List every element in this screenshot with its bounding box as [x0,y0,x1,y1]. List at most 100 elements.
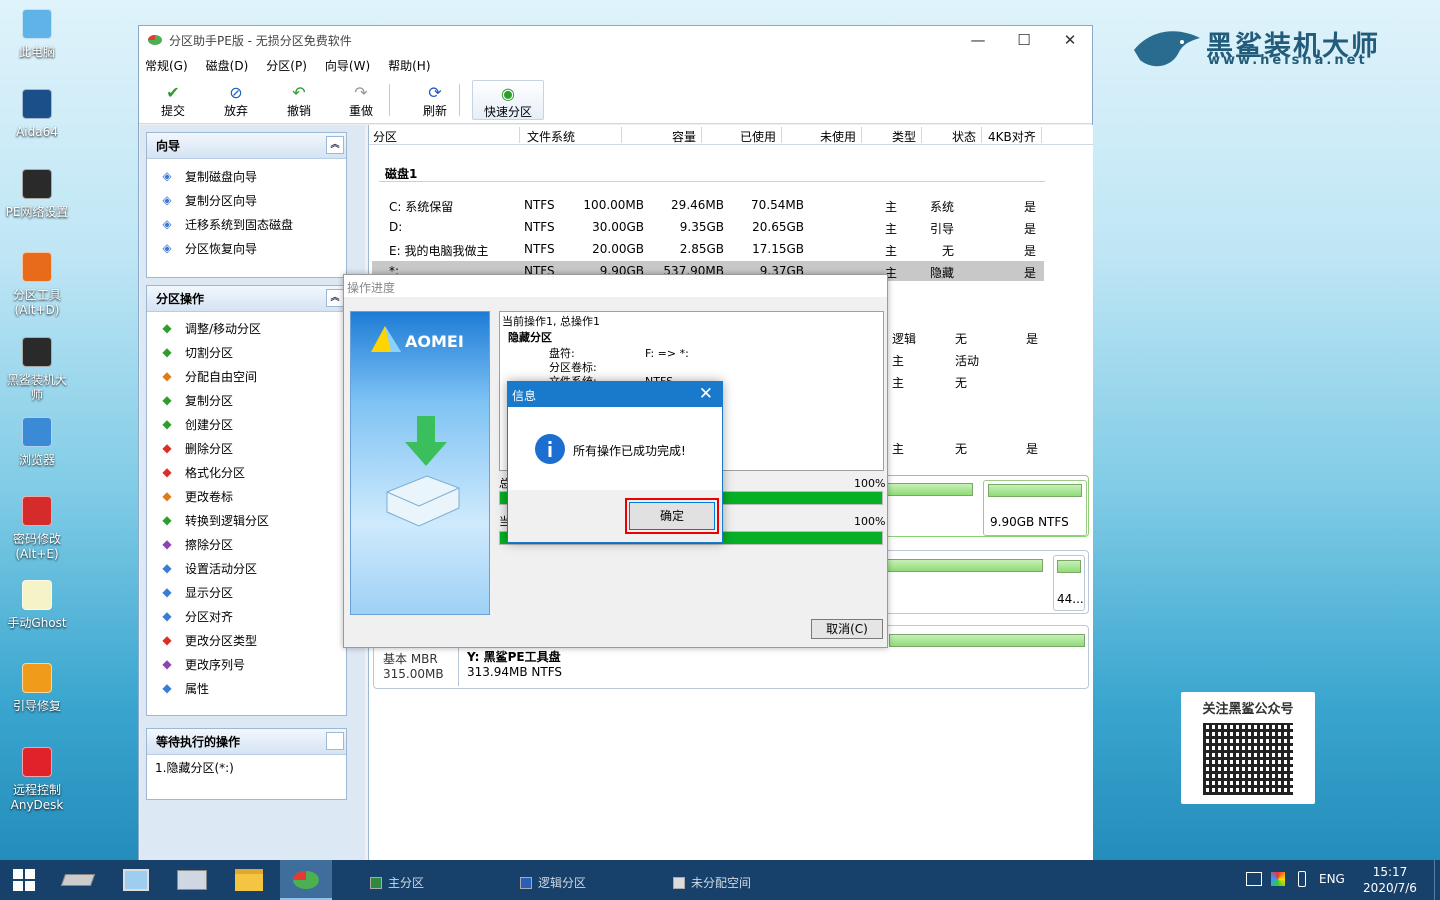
table-cell: 是 [1023,222,1036,236]
desktop-icon-anydesk[interactable]: 远程控制 AnyDesk [4,744,70,813]
operation-item[interactable]: ◆ 调整/移动分区 [147,316,346,340]
operation-icon: ◆ [162,321,172,335]
cancel-button[interactable]: 取消(C) [811,619,883,639]
table-row[interactable]: C: 系统保留 NTFS 100.00MB 29.46MB 70.54MB 主 系统 是 [372,195,1044,215]
ok-button[interactable]: 确定 [625,498,719,534]
start-button[interactable] [0,860,48,900]
toolbar-button-4[interactable]: ⟳ 刷新 [407,80,463,120]
table-cell: 引导 [929,222,954,236]
menu-item[interactable]: 分区(P) [266,57,307,74]
desktop-icon-boot-repair[interactable]: 引导修复 [4,660,70,714]
column-header[interactable]: 状态 [952,128,976,145]
operation-icon: ◆ [162,393,172,407]
menu-item[interactable]: 磁盘(D) [206,57,249,74]
table-cell: 无 [941,244,954,258]
column-header[interactable]: 分区 [373,128,397,145]
close-icon[interactable]: ✕ [699,384,713,404]
operation-item[interactable]: ◆ 复制分区 [147,388,346,412]
wizard-panel-header[interactable]: 向导 ︽ [147,133,346,159]
column-header[interactable]: 已使用 [740,128,776,145]
pending-item[interactable]: 1.隐藏分区(*:) [147,755,346,779]
operation-item[interactable]: ◆ 删除分区 [147,436,346,460]
clock[interactable]: 15:17 2020/7/6 [1360,864,1420,896]
maximize-button[interactable]: ☐ [1001,26,1047,54]
disk1-map-card[interactable]: 9.90GB NTFS [874,475,1089,537]
desktop-icon-this-pc[interactable]: 此电脑 [4,6,70,60]
wizard-item[interactable]: ◈ 迁移系统到固态磁盘 [147,212,346,236]
collapse-icon[interactable] [326,732,344,750]
toolbar-button-0[interactable]: ✔ 提交 [145,80,201,120]
menu-item[interactable]: 帮助(H) [388,57,430,74]
y-partition-block[interactable]: Y: 黑鲨PE工具盘 313.94MB NTFS [458,646,1088,686]
color-tray-icon[interactable] [1271,872,1285,886]
desktop-icon-manual-ghost[interactable]: 手动Ghost [4,577,70,631]
operations-panel-header[interactable]: 分区操作 ︽ [147,286,346,312]
operation-item-label: 复制分区 [185,393,234,408]
info-dialog: 信息 ✕ 所有操作已成功完成! 确定 [507,381,723,543]
operation-item[interactable]: ◆ 更改分区类型 [147,628,346,652]
operation-item[interactable]: ◆ 分配自由空间 [147,364,346,388]
column-header[interactable]: 类型 [892,128,916,145]
desktop-icon-pe-network[interactable]: PE网络设置 [4,166,70,220]
minimize-button[interactable]: — [955,26,1001,54]
disk2-map-card[interactable]: 44... [874,550,1089,614]
desktop-icon-heisha-installer[interactable]: 黑鲨装机大 师 [4,334,70,403]
language-indicator[interactable]: ENG [1319,872,1345,886]
drive-taskbar-icon[interactable] [54,860,102,900]
wizard-panel-title: 向导 [156,139,181,153]
table-row[interactable]: D: NTFS 30.00GB 9.35GB 20.65GB 主 引导 是 [372,217,1044,237]
partition-assistant-taskbar-icon[interactable] [280,860,332,900]
operation-item[interactable]: ◆ 更改卷标 [147,484,346,508]
table-cell: 是 [1026,332,1039,346]
operation-item-label: 设置活动分区 [185,561,258,576]
collapse-icon[interactable]: ︽ [326,136,344,154]
operation-item[interactable]: ◆ 更改序列号 [147,652,346,676]
operation-item[interactable]: ◆ 擦除分区 [147,532,346,556]
operation-item[interactable]: ◆ 分区对齐 [147,604,346,628]
small-partition-block[interactable]: 44... [1053,555,1085,611]
operation-item[interactable]: ◆ 转换到逻辑分区 [147,508,346,532]
table-cell: 隐藏 [929,266,954,280]
shark-logo-icon [1134,31,1200,67]
column-header[interactable]: 文件系统 [527,128,575,145]
quick-partition-icon: ◉ [501,84,515,103]
explorer-taskbar-icon[interactable] [225,860,273,900]
operation-item[interactable]: ◆ 设置活动分区 [147,556,346,580]
table-row[interactable]: E: 我的电脑我做主 NTFS 20.00GB 2.85GB 17.15GB 主 无 是 [372,239,1044,259]
keyboard-taskbar-icon[interactable] [168,860,216,900]
desktop-icon-browser[interactable]: 浏览器 [4,414,70,468]
toolbar-button-3[interactable]: ↷ 重做 [333,80,389,120]
toolbar-button-2[interactable]: ↶ 撤销 [271,80,327,120]
partition-tool-icon [19,249,55,285]
wizard-item[interactable]: ◈ 复制分区向导 [147,188,346,212]
operation-item[interactable]: ◆ 格式化分区 [147,460,346,484]
clock-time: 15:17 [1372,865,1408,879]
operation-item[interactable]: ◆ 创建分区 [147,412,346,436]
close-button[interactable]: ✕ [1047,26,1093,54]
menu-item[interactable]: 向导(W) [325,57,370,74]
column-header[interactable]: 未使用 [820,128,856,145]
column-header[interactable]: 4KB对齐 [988,128,1036,145]
redo-icon: ↷ [354,83,368,102]
pending-panel-header[interactable]: 等待执行的操作 [147,729,346,755]
desktop-icon-password-change[interactable]: 密码修改 (Alt+E) [4,493,70,562]
network-icon[interactable] [1246,872,1262,886]
pc-taskbar-icon[interactable] [112,860,160,900]
wizard-item[interactable]: ◈ 分区恢复向导 [147,236,346,260]
toolbar-button-1[interactable]: ⊘ 放弃 [208,80,264,120]
desktop-icon-aida64[interactable]: Aida64 [4,86,70,140]
toolbar-button-5[interactable]: ◉ 快速分区 [472,80,544,120]
hidden-partition-block[interactable]: 9.90GB NTFS [983,480,1087,536]
wizard-item[interactable]: ◈ 复制磁盘向导 [147,164,346,188]
operation-item-label: 创建分区 [185,417,234,432]
collapse-icon[interactable]: ︽ [326,289,344,307]
menu-item[interactable]: 常规(G) [145,57,188,74]
operation-item[interactable]: ◆ 显示分区 [147,580,346,604]
show-desktop-button[interactable] [1434,860,1440,900]
column-header[interactable]: 容量 [672,128,696,145]
desktop-icon-partition-tool[interactable]: 分区工具 (Alt+D) [4,249,70,318]
usb-icon[interactable] [1298,871,1306,887]
operation-item[interactable]: ◆ 属性 [147,676,346,700]
operation-item[interactable]: ◆ 切割分区 [147,340,346,364]
operation-icon: ◆ [162,633,172,647]
